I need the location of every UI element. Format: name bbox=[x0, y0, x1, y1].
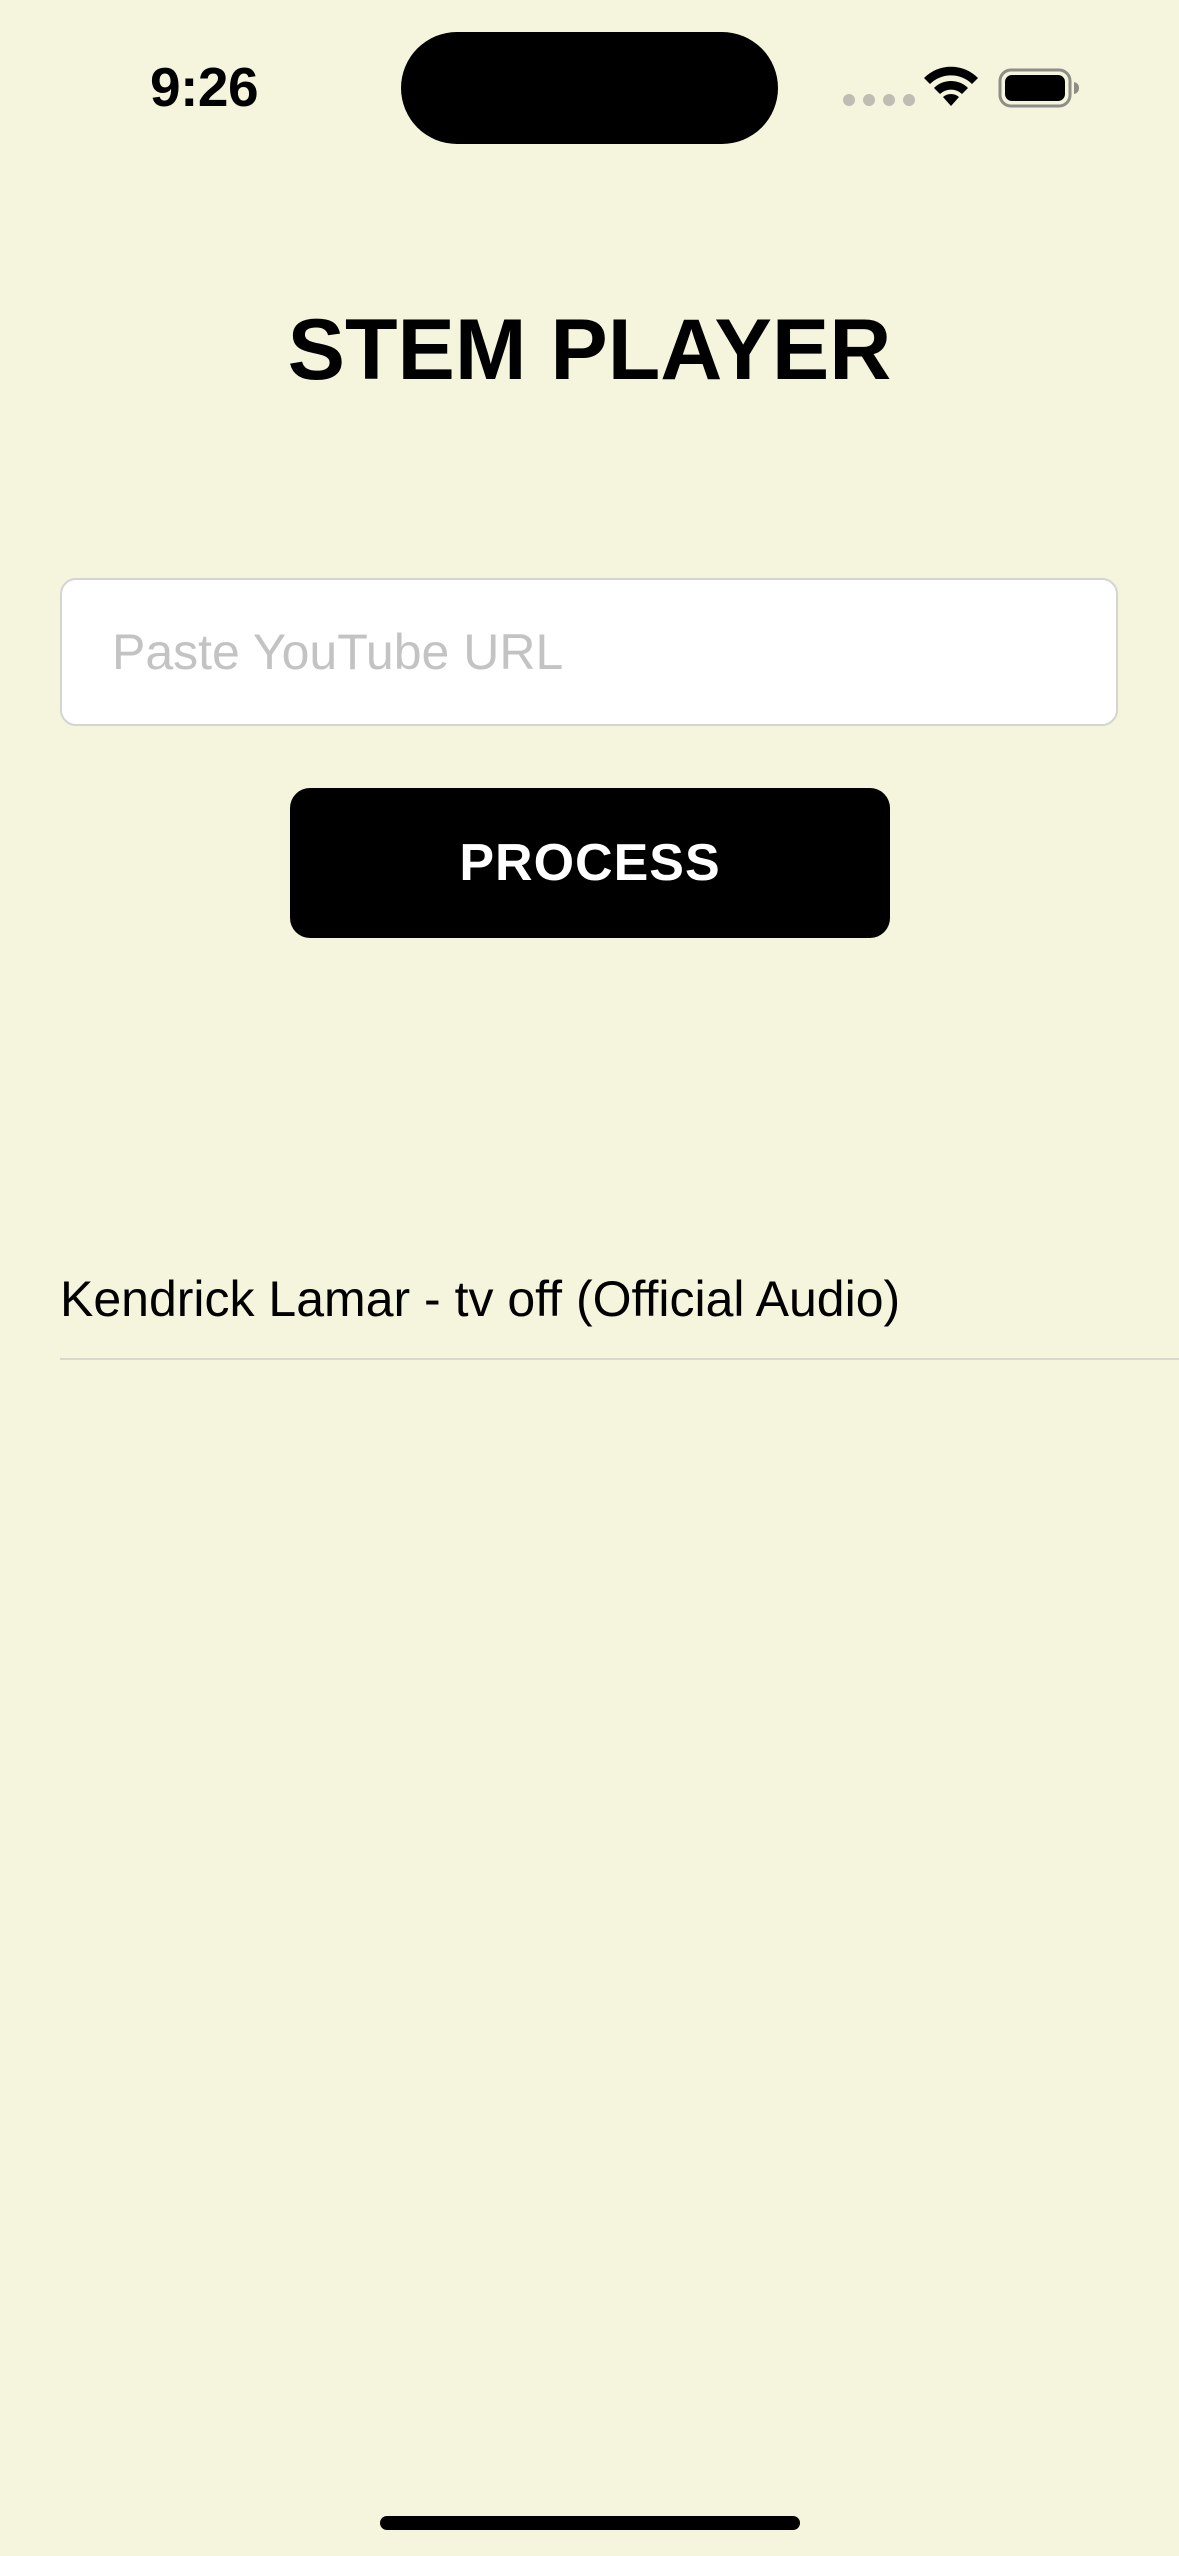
status-time: 9:26 bbox=[150, 56, 259, 118]
signal-dots-icon bbox=[843, 94, 915, 106]
battery-icon bbox=[998, 68, 1079, 108]
process-button[interactable]: PROCESS bbox=[290, 788, 890, 938]
youtube-url-input[interactable] bbox=[60, 578, 1118, 726]
page-title: STEM PLAYER bbox=[287, 302, 892, 398]
track-title: Kendrick Lamar - tv off (Official Audio) bbox=[60, 1271, 901, 1327]
home-indicator[interactable] bbox=[380, 2516, 800, 2530]
dynamic-island bbox=[401, 32, 778, 144]
wifi-icon bbox=[924, 66, 978, 106]
track-list-item[interactable]: Kendrick Lamar - tv off (Official Audio) bbox=[60, 1240, 1179, 1360]
track-list: Kendrick Lamar - tv off (Official Audio) bbox=[60, 1240, 1179, 1360]
